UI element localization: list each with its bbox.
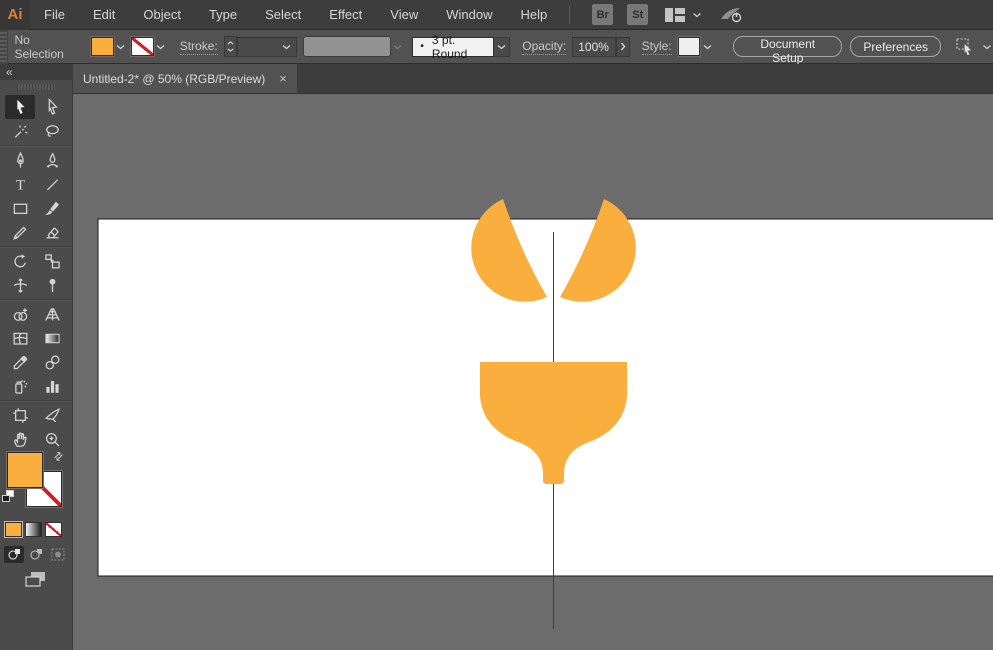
menu-file[interactable]: File — [30, 0, 79, 30]
variable-width-profile-value[interactable]: • 3 pt. Round — [412, 33, 495, 61]
menu-help[interactable]: Help — [506, 0, 561, 30]
paintbrush-tool[interactable] — [37, 196, 67, 220]
variable-width-profile-dropdown-icon[interactable] — [494, 36, 511, 57]
draw-normal-icon[interactable] — [4, 546, 24, 563]
color-button[interactable] — [4, 521, 23, 538]
tab-strip: « Untitled-2* @ 50% (RGB/Preview) × — [0, 64, 993, 93]
menu-window[interactable]: Window — [432, 0, 506, 30]
rotate-tool[interactable] — [5, 249, 35, 273]
illustrator-logo-icon: Ai — [0, 0, 30, 30]
lasso-tool[interactable] — [37, 119, 67, 143]
tools-panel-grip[interactable] — [17, 84, 55, 90]
none-button[interactable] — [45, 522, 62, 537]
svg-text:T: T — [15, 177, 24, 193]
eyedropper-tool[interactable] — [5, 350, 35, 374]
perspective-grid-tool[interactable] — [37, 302, 67, 326]
menu-edit[interactable]: Edit — [79, 0, 129, 30]
profile-bullet-icon: • — [420, 41, 424, 52]
arrange-documents-icon[interactable] — [664, 7, 703, 23]
column-graph-tool[interactable] — [37, 374, 67, 398]
stroke-weight-stepper[interactable] — [223, 36, 237, 57]
slice-tool[interactable] — [37, 403, 67, 427]
stroke-weight-dropdown[interactable] — [236, 36, 297, 57]
eraser-tool[interactable] — [37, 220, 67, 244]
canvas[interactable] — [73, 93, 993, 650]
menu-bar: Ai File Edit Object Type Select Effect V… — [0, 0, 993, 30]
line-segment-tool[interactable] — [37, 172, 67, 196]
puppet-warp-tool[interactable] — [37, 273, 67, 297]
symbol-sprayer-tool[interactable] — [5, 374, 35, 398]
blend-tool[interactable] — [37, 350, 67, 374]
style-swatch[interactable] — [676, 36, 702, 57]
stroke-color-swatch[interactable] — [130, 36, 155, 57]
screen-mode-icon[interactable] — [22, 570, 50, 590]
selection-status: No Selection — [14, 32, 64, 61]
shaper-tool[interactable] — [5, 220, 35, 244]
tool-group-drawing: T — [0, 146, 72, 247]
hand-tool[interactable] — [5, 427, 35, 451]
control-bar: No Selection Stroke: • 3 pt. Round Opaci… — [0, 29, 993, 65]
style-label[interactable]: Style: — [641, 39, 672, 55]
tool-group-modify — [0, 300, 72, 401]
tool-group-selection — [0, 93, 72, 146]
preferences-button[interactable]: Preferences — [850, 36, 942, 57]
menu-view[interactable]: View — [376, 0, 432, 30]
tools-panel: T ⇄ — [0, 80, 73, 650]
opacity-flyout-icon[interactable] — [615, 36, 630, 57]
menu-effect[interactable]: Effect — [315, 0, 376, 30]
stroke-color-dropdown-icon[interactable] — [154, 37, 168, 56]
scale-tool[interactable] — [37, 249, 67, 273]
menu-object[interactable]: Object — [129, 0, 195, 30]
fill-indicator[interactable] — [6, 451, 44, 489]
gpu-performance-icon[interactable] — [719, 6, 745, 24]
gradient-tool[interactable] — [37, 326, 67, 350]
select-similar-icon[interactable] — [955, 37, 993, 56]
stroke-label[interactable]: Stroke: — [179, 39, 218, 55]
selection-tool[interactable] — [5, 95, 35, 119]
close-tab-icon[interactable]: × — [279, 72, 287, 85]
rectangle-tool[interactable] — [5, 196, 35, 220]
mesh-tool[interactable] — [5, 326, 35, 350]
style-dropdown-icon[interactable] — [700, 37, 714, 56]
shape-builder-tool[interactable] — [5, 302, 35, 326]
document-tab[interactable]: Untitled-2* @ 50% (RGB/Preview) × — [73, 64, 297, 93]
magic-wand-tool[interactable] — [5, 119, 35, 143]
collapse-panel-icon[interactable]: « — [6, 65, 13, 79]
menu-separator — [569, 5, 571, 24]
opacity-input[interactable]: 100% — [572, 36, 616, 57]
pen-tool[interactable] — [5, 148, 35, 172]
document-tab-title: Untitled-2* @ 50% (RGB/Preview) — [83, 71, 266, 86]
draw-behind-icon[interactable] — [26, 546, 46, 563]
artboard-tool[interactable] — [5, 403, 35, 427]
control-bar-grip[interactable] — [0, 29, 9, 64]
menu-select[interactable]: Select — [251, 0, 315, 30]
draw-inside-icon[interactable] — [48, 546, 68, 563]
direct-selection-tool[interactable] — [37, 95, 67, 119]
gradient-button[interactable] — [25, 522, 42, 537]
bridge-icon[interactable]: Br — [592, 4, 614, 25]
type-tool[interactable]: T — [5, 172, 35, 196]
drawing-mode-row — [0, 546, 73, 563]
document-setup-button[interactable]: Document Setup — [733, 36, 843, 65]
brush-definition-preview[interactable] — [302, 36, 391, 57]
fill-stroke-indicator: ⇄ — [0, 449, 73, 524]
menu-type[interactable]: Type — [195, 0, 251, 30]
fill-color-swatch[interactable] — [90, 36, 115, 57]
brush-definition-dropdown-icon[interactable] — [391, 37, 405, 56]
tool-group-transform — [0, 247, 72, 300]
default-fill-stroke-icon[interactable] — [2, 490, 16, 503]
stock-icon[interactable]: St — [627, 4, 649, 25]
opacity-label[interactable]: Opacity: — [522, 39, 567, 55]
width-tool[interactable] — [5, 273, 35, 297]
curvature-tool[interactable] — [37, 148, 67, 172]
paint-style-row — [0, 521, 73, 538]
fill-color-dropdown-icon[interactable] — [114, 37, 128, 56]
